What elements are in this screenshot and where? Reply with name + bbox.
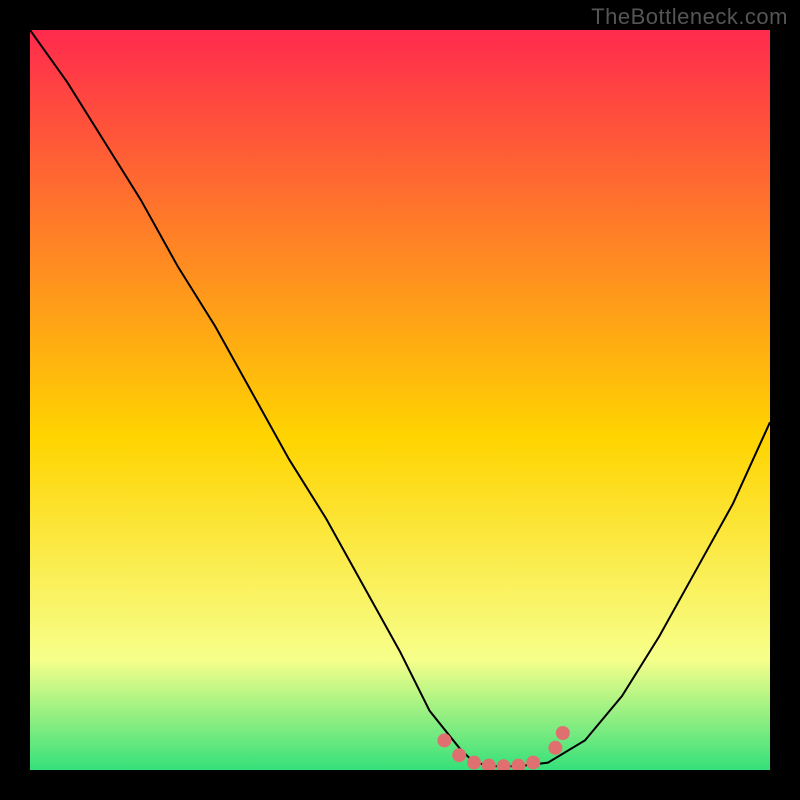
watermark-text: TheBottleneck.com xyxy=(591,4,788,30)
optimal-dot xyxy=(548,741,562,755)
optimal-dot xyxy=(556,726,570,740)
optimal-dot xyxy=(437,733,451,747)
plot-area xyxy=(30,30,770,770)
optimal-dot xyxy=(467,756,481,770)
chart-svg xyxy=(30,30,770,770)
gradient-background xyxy=(30,30,770,770)
optimal-dot xyxy=(452,748,466,762)
chart-frame: TheBottleneck.com xyxy=(0,0,800,800)
optimal-dot xyxy=(526,756,540,770)
